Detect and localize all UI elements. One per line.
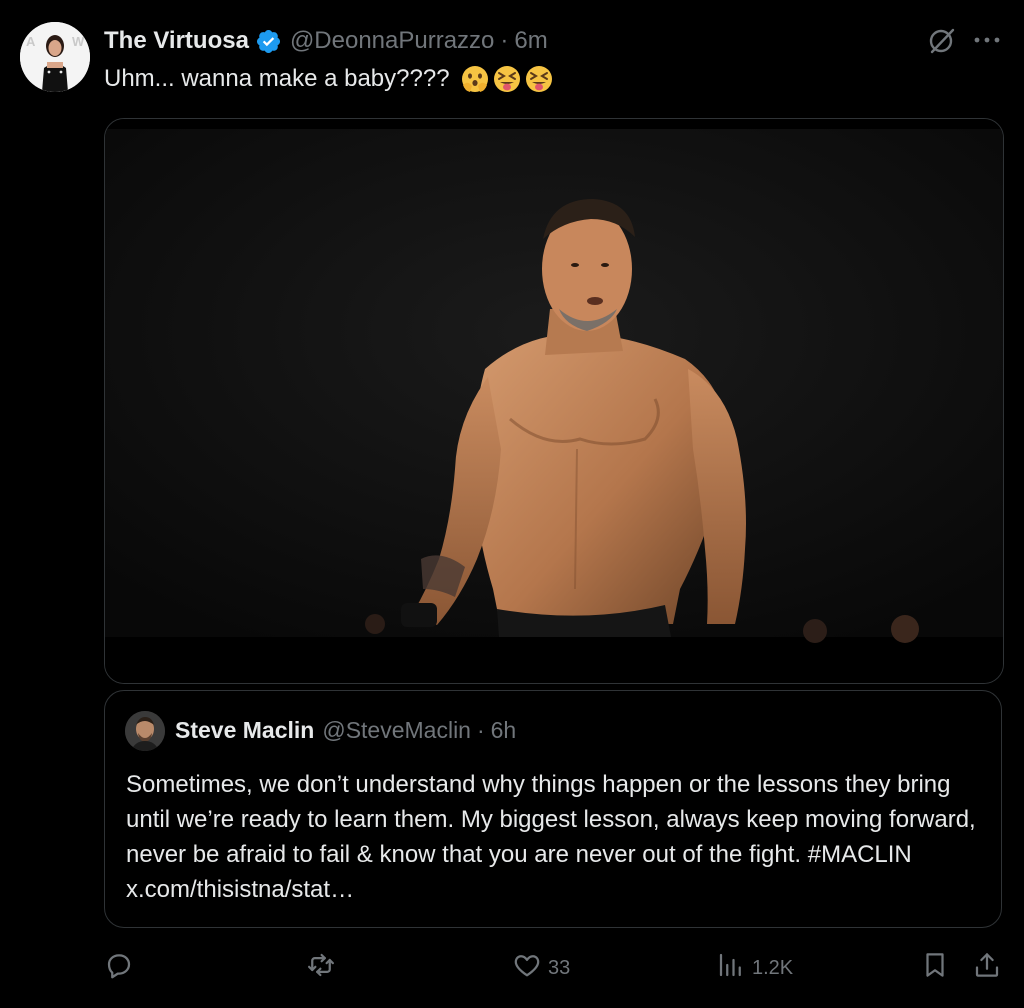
squinting-tongue-face-icon (492, 64, 522, 94)
author-handle[interactable]: @DeonnaPurrazzo (290, 27, 494, 55)
like-button[interactable]: 33 (512, 948, 570, 988)
post-text-content: Uhm... wanna make a baby???? (104, 65, 450, 92)
like-count: 33 (548, 956, 571, 979)
action-bar: 33 1.2K (104, 948, 1002, 988)
post-media-video[interactable] (104, 118, 1004, 684)
view-count: 1.2K (752, 956, 794, 979)
quoted-post-text: Sometimes, we don’t understand why thing… (126, 771, 976, 903)
repost-button[interactable] (306, 948, 342, 988)
repost-icon (306, 950, 336, 986)
bookmark-button[interactable] (920, 948, 950, 988)
verified-badge-icon[interactable] (255, 28, 282, 55)
post-header: The Virtuosa @DeonnaPurrazzo · 6m (104, 26, 548, 56)
post-timestamp[interactable]: 6m (514, 27, 547, 55)
reply-button[interactable] (104, 948, 140, 988)
svg-text:A: A (26, 34, 36, 49)
quoted-author-display-name[interactable]: Steve Maclin (175, 717, 314, 744)
share-icon (972, 950, 1002, 986)
quoted-post[interactable]: Steve Maclin @SteveMaclin · 6h Sometimes… (104, 690, 1002, 928)
quoted-author-avatar[interactable] (125, 711, 165, 751)
separator-dot: · (476, 717, 485, 743)
views-icon (716, 950, 746, 986)
author-display-name[interactable]: The Virtuosa (104, 27, 249, 55)
tweet[interactable]: A W The Virtuosa @DeonnaPurrazzo · 6m Uh… (0, 0, 1024, 1008)
grok-icon[interactable] (926, 25, 958, 57)
author-avatar[interactable]: A W (20, 22, 90, 92)
quoted-author-handle[interactable]: @SteveMaclin (322, 717, 471, 744)
post-text: Uhm... wanna make a baby???? (104, 64, 554, 94)
astonished-face-hands-icon (460, 64, 490, 94)
separator-dot: · (500, 27, 509, 54)
reply-icon (104, 950, 134, 986)
emoji-row (460, 64, 554, 94)
quoted-post-header: Steve Maclin @SteveMaclin · 6h (175, 717, 516, 744)
squinting-tongue-face-icon (524, 64, 554, 94)
heart-icon (512, 950, 542, 986)
quoted-post-timestamp[interactable]: 6h (491, 717, 517, 744)
share-button[interactable] (972, 948, 1002, 988)
views-button[interactable]: 1.2K (716, 948, 793, 988)
svg-text:W: W (72, 34, 85, 49)
bookmark-icon (920, 950, 950, 986)
more-dots-icon[interactable] (972, 30, 1002, 50)
